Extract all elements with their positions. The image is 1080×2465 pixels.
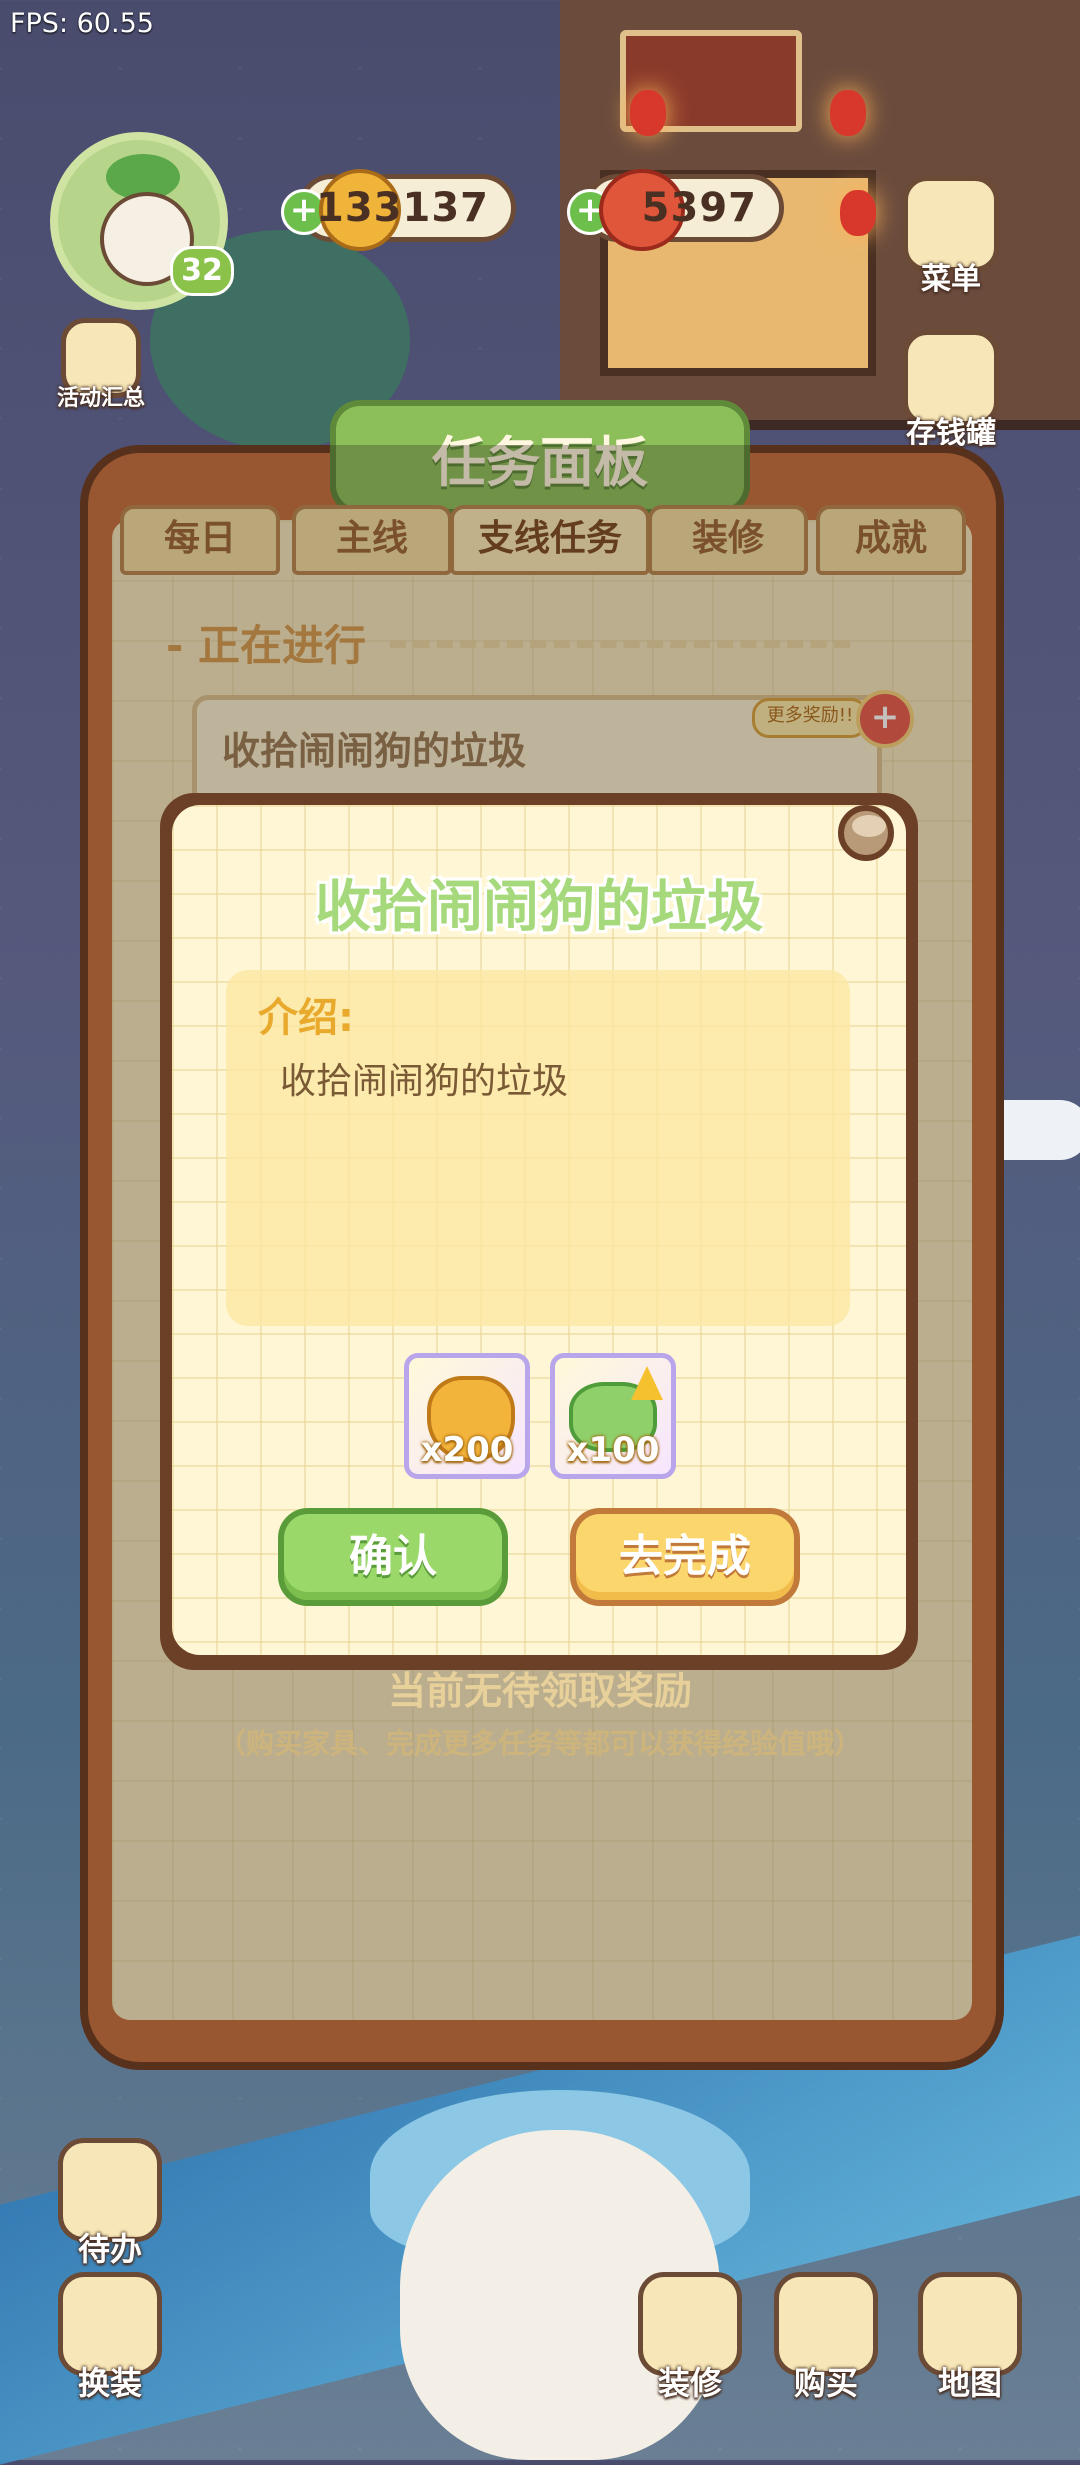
tomato-value: 5397: [641, 185, 757, 231]
buy-button[interactable]: 购买: [766, 2272, 886, 2404]
lantern-icon: [840, 190, 876, 236]
confirm-button[interactable]: 确认: [278, 1508, 508, 1606]
dialog-title: 收拾闹闹狗的垃圾: [315, 875, 763, 940]
coin-counter: + 133137: [281, 169, 516, 251]
reward-cash-qty: x100: [566, 1430, 660, 1470]
menu-button[interactable]: 菜单: [896, 176, 1006, 298]
reward-gold[interactable]: x200: [404, 1353, 530, 1479]
level-badge: 32: [170, 246, 234, 296]
intro-text: 收拾闹闹狗的垃圾: [280, 1061, 569, 1102]
decorate-button[interactable]: 装修: [630, 2272, 750, 2404]
fps-counter: FPS: 60.55: [10, 8, 154, 39]
lantern-icon: [630, 90, 666, 136]
outfit-button[interactable]: 换装: [50, 2272, 170, 2404]
event-summary-button[interactable]: 活动汇总: [46, 318, 156, 412]
event-summary-label: 活动汇总: [56, 386, 145, 411]
decorate-label: 装修: [657, 2364, 722, 2402]
reward-gold-qty: x200: [420, 1430, 514, 1470]
buy-label: 购买: [793, 2364, 858, 2402]
reward-cash[interactable]: x100: [550, 1353, 676, 1479]
coin-value: 133137: [316, 185, 489, 231]
menu-label: 菜单: [921, 262, 981, 297]
exp-hint: （购买家具、完成更多任务等都可以获得经验值哦）: [217, 1727, 862, 1760]
map-label: 地图: [937, 2364, 1002, 2402]
intro-label: 介绍:: [258, 995, 354, 1041]
map-button[interactable]: 地图: [910, 2272, 1030, 2404]
close-icon[interactable]: [838, 805, 894, 861]
piggy-bank-button[interactable]: 存钱罐: [896, 330, 1006, 452]
outfit-label: 换装: [77, 2364, 142, 2402]
lantern-icon: [830, 90, 866, 136]
tomato-counter: + 5397: [567, 169, 784, 251]
go-complete-button[interactable]: 去完成: [570, 1508, 800, 1606]
todo-button[interactable]: 待办: [50, 2138, 170, 2270]
up-arrow-icon: [631, 1366, 663, 1400]
todo-label: 待办: [77, 2230, 142, 2268]
